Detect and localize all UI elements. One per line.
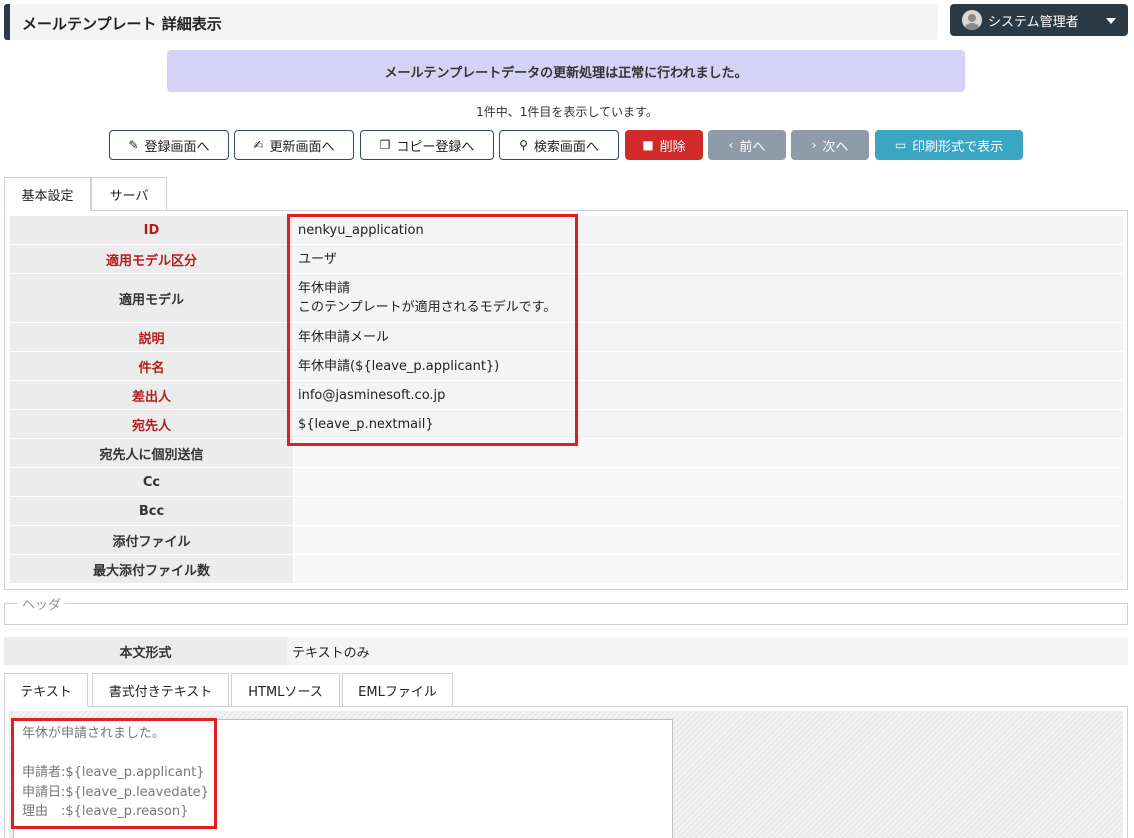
field-label: 適用モデル区分 (10, 245, 293, 273)
next-button[interactable]: › 次へ (791, 130, 869, 160)
print-icon: ▭ (894, 138, 907, 152)
field-value: 年休申請 このテンプレートが適用されるモデルです。 (294, 274, 1124, 322)
edit-icon: ✍ (253, 138, 264, 152)
update-button-label: 更新画面へ (269, 139, 335, 155)
field-value: ${leave_p.nextmail} (294, 410, 1124, 438)
body-format-label: 本文形式 (4, 637, 287, 665)
next-button-label: 次へ (822, 139, 849, 155)
field-value (294, 497, 1124, 525)
search-icon: ⚲ (519, 138, 528, 152)
page-title: メールテンプレート 詳細表示 (22, 15, 222, 33)
prev-button-label: 前へ (739, 139, 766, 155)
register-button[interactable]: ✎ 登録画面へ (109, 130, 229, 160)
field-row-sender: 差出人 info@jasminesoft.co.jp (10, 381, 1124, 409)
tab-html-source[interactable]: HTMLソース (231, 673, 340, 707)
field-value (294, 468, 1124, 496)
field-row-id: ID nenkyu_application (10, 216, 1124, 244)
copy-icon: ❐ (379, 138, 391, 152)
copy-register-button[interactable]: ❐ コピー登録へ (360, 130, 494, 160)
model-description: このテンプレートが適用されるモデルです。 (298, 300, 557, 315)
field-label: Bcc (10, 497, 293, 525)
field-row-recipient: 宛先人 ${leave_p.nextmail} (10, 410, 1124, 438)
caret-down-icon (1106, 18, 1116, 24)
field-row-attachment: 添付ファイル (10, 526, 1124, 554)
tab-rich-text[interactable]: 書式付きテキスト (92, 673, 229, 707)
field-value: info@jasminesoft.co.jp (294, 381, 1124, 409)
field-value (294, 555, 1124, 583)
field-value: 年休申請メール (294, 323, 1124, 351)
field-value: 年休申請(${leave_p.applicant}) (294, 352, 1124, 380)
field-label: Cc (10, 468, 293, 496)
print-button-label: 印刷形式で表示 (912, 139, 1004, 155)
pencil-icon: ✎ (128, 138, 139, 152)
success-alert: メールテンプレートデータの更新処理は正常に行われました。 (167, 50, 965, 92)
header-fieldset (4, 603, 1128, 625)
field-label: 差出人 (10, 381, 293, 409)
field-row-bcc: Bcc (10, 497, 1124, 525)
field-label: 宛先人に個別送信 (10, 439, 293, 467)
print-view-button[interactable]: ▭ 印刷形式で表示 (875, 130, 1023, 160)
model-value: 年休申請 (298, 281, 351, 296)
field-row-model: 適用モデル 年休申請 このテンプレートが適用されるモデルです。 (10, 274, 1124, 322)
tab-text[interactable]: テキスト (4, 673, 88, 707)
basic-settings-panel: ID nenkyu_application 適用モデル区分 ユーザ 適用モデル … (4, 210, 1128, 590)
field-label: 適用モデル (10, 274, 293, 322)
body-format-row: 本文形式 テキストのみ (4, 637, 1128, 665)
field-value: nenkyu_application (294, 216, 1124, 244)
delete-button[interactable]: ■ 削除 (625, 130, 703, 160)
field-label: 説明 (10, 323, 293, 351)
field-row-model-type: 適用モデル区分 ユーザ (10, 245, 1124, 273)
body-text-panel: 年休が申請されました。 申請者:${leave_p.applicant} 申請日… (4, 706, 1128, 838)
register-button-label: 登録画面へ (144, 139, 210, 155)
body-format-value: テキストのみ (287, 637, 1128, 665)
field-row-max-attachments: 最大添付ファイル数 (10, 555, 1124, 583)
body-text-area[interactable]: 年休が申請されました。 申請者:${leave_p.applicant} 申請日… (13, 719, 673, 838)
copy-button-label: コピー登録へ (396, 139, 475, 155)
trash-icon: ■ (642, 138, 654, 152)
page-header: メールテンプレート 詳細表示 (4, 4, 938, 40)
field-row-individual-send: 宛先人に個別送信 (10, 439, 1124, 467)
chevron-left-icon: ‹ (728, 138, 734, 152)
field-value: ユーザ (294, 245, 1124, 273)
chevron-right-icon: › (811, 138, 817, 152)
header-section-legend[interactable]: ヘッダ (18, 594, 66, 613)
search-button-label: 検索画面へ (533, 139, 599, 155)
field-row-description: 説明 年休申請メール (10, 323, 1124, 351)
user-avatar-icon (962, 10, 982, 30)
update-button[interactable]: ✍ 更新画面へ (234, 130, 354, 160)
record-count-info: 1件中、1件目を表示しています。 (476, 105, 658, 119)
search-screen-button[interactable]: ⚲ 検索画面へ (499, 130, 619, 160)
tab-eml-file[interactable]: EMLファイル (342, 673, 453, 707)
field-row-cc: Cc (10, 468, 1124, 496)
field-label: ID (10, 216, 293, 244)
prev-button[interactable]: ‹ 前へ (708, 130, 786, 160)
user-menu-button[interactable]: システム管理者 (950, 4, 1128, 36)
field-label: 最大添付ファイル数 (10, 555, 293, 583)
field-label: 宛先人 (10, 410, 293, 438)
field-value (294, 439, 1124, 467)
delete-button-label: 削除 (659, 139, 686, 155)
tab-basic-settings[interactable]: 基本設定 (4, 177, 91, 211)
tab-server[interactable]: サーバ (91, 177, 167, 211)
field-label: 添付ファイル (10, 526, 293, 554)
field-row-subject: 件名 年休申請(${leave_p.applicant}) (10, 352, 1124, 380)
field-value (294, 526, 1124, 554)
field-label: 件名 (10, 352, 293, 380)
user-name: システム管理者 (988, 14, 1079, 30)
